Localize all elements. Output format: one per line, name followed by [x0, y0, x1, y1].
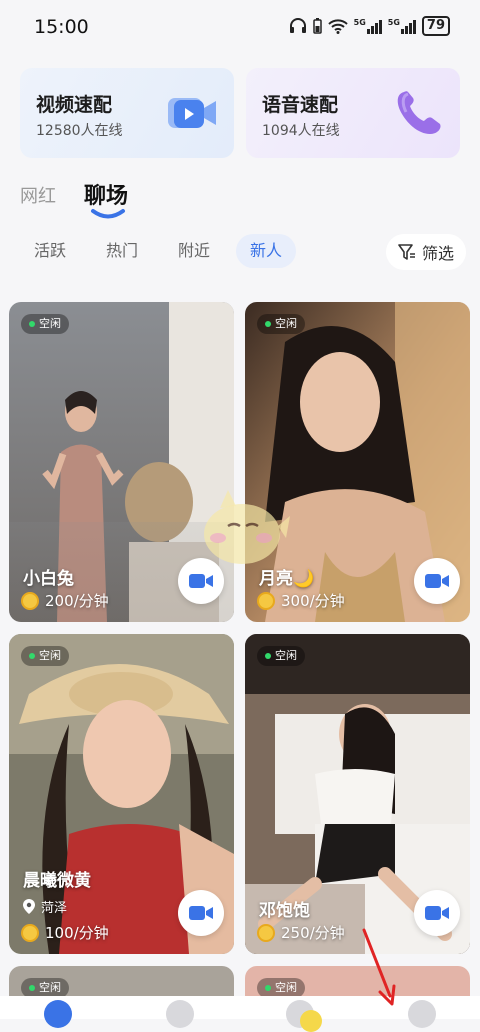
status-icons: 5G 5G 79 [289, 16, 450, 36]
video-call-button[interactable] [178, 890, 224, 936]
user-card[interactable]: 空闲 月亮🌙 300/分钟 [245, 302, 470, 622]
annotation-arrow-icon [362, 928, 396, 1006]
filter-new[interactable]: 新人 [236, 234, 296, 268]
battery-icon: 79 [421, 16, 450, 36]
wifi-icon [327, 19, 348, 34]
video-call-button[interactable] [414, 890, 460, 936]
status-time: 15:00 [34, 16, 89, 38]
user-location: 菏泽 [23, 897, 67, 916]
funnel-icon [398, 244, 415, 260]
video-match-card[interactable]: 视频速配 12580人在线 [20, 68, 234, 158]
user-price: 250/分钟 [257, 922, 345, 943]
phone-icon [397, 91, 441, 134]
video-camera-icon [189, 906, 213, 920]
nav-home-icon[interactable] [44, 1000, 72, 1028]
active-tab-indicator [91, 209, 125, 219]
watermark-mascot-icon [204, 490, 290, 564]
video-match-title: 视频速配 [36, 94, 113, 116]
tab-influencer[interactable]: 网红 [20, 182, 56, 208]
video-camera-icon [168, 98, 216, 128]
battery-saver-icon [312, 18, 322, 34]
bottom-navigation [0, 996, 480, 1032]
voice-match-online: 1094人在线 [262, 123, 340, 139]
filter-nearby[interactable]: 附近 [164, 234, 224, 268]
video-call-button[interactable] [414, 558, 460, 604]
video-camera-icon [425, 574, 449, 588]
voice-match-card[interactable]: 语音速配 1094人在线 [246, 68, 460, 158]
user-card[interactable]: 空闲 小白兔 200/分钟 [9, 302, 234, 622]
signal-5g-icon: 5G [354, 18, 382, 34]
nav-badge-icon [300, 1010, 322, 1032]
tab-chat-room[interactable]: 聊场 [84, 178, 128, 210]
filter-button-label: 筛选 [421, 244, 454, 263]
user-price: 100/分钟 [21, 922, 109, 943]
coin-icon [21, 923, 39, 942]
headphones-icon [289, 18, 306, 33]
nav-discover-icon[interactable] [166, 1000, 194, 1028]
user-price: 200/分钟 [21, 590, 109, 611]
location-pin-icon [23, 899, 35, 914]
video-camera-icon [189, 574, 213, 588]
user-card[interactable]: 空闲 邓饱饱 250/分钟 [245, 634, 470, 954]
status-badge: 空闲 [257, 978, 305, 998]
status-badge: 空闲 [21, 978, 69, 998]
user-card[interactable]: 空闲 晨曦微黄 菏泽 100/分钟 [9, 634, 234, 954]
nav-profile-icon[interactable] [408, 1000, 436, 1028]
user-price: 300/分钟 [257, 590, 345, 611]
user-name: 小白兔 [23, 569, 74, 589]
coin-icon [257, 923, 275, 942]
status-badge: 空闲 [257, 646, 305, 666]
user-name: 晨曦微黄 [23, 871, 91, 891]
signal-5g-icon-2: 5G [388, 18, 416, 34]
coin-icon [21, 591, 39, 610]
status-badge: 空闲 [21, 646, 69, 666]
filter-hot[interactable]: 热门 [92, 234, 152, 268]
filter-button[interactable]: 筛选 [386, 234, 466, 270]
user-name: 邓饱饱 [259, 901, 310, 921]
status-badge: 空闲 [21, 314, 69, 334]
filter-active[interactable]: 活跃 [20, 234, 80, 268]
voice-match-title: 语音速配 [262, 94, 339, 116]
status-badge: 空闲 [257, 314, 305, 334]
status-bar: 15:00 5G 5G 79 [0, 0, 480, 56]
video-match-online: 12580人在线 [36, 123, 123, 139]
coin-icon [257, 591, 275, 610]
video-camera-icon [425, 906, 449, 920]
